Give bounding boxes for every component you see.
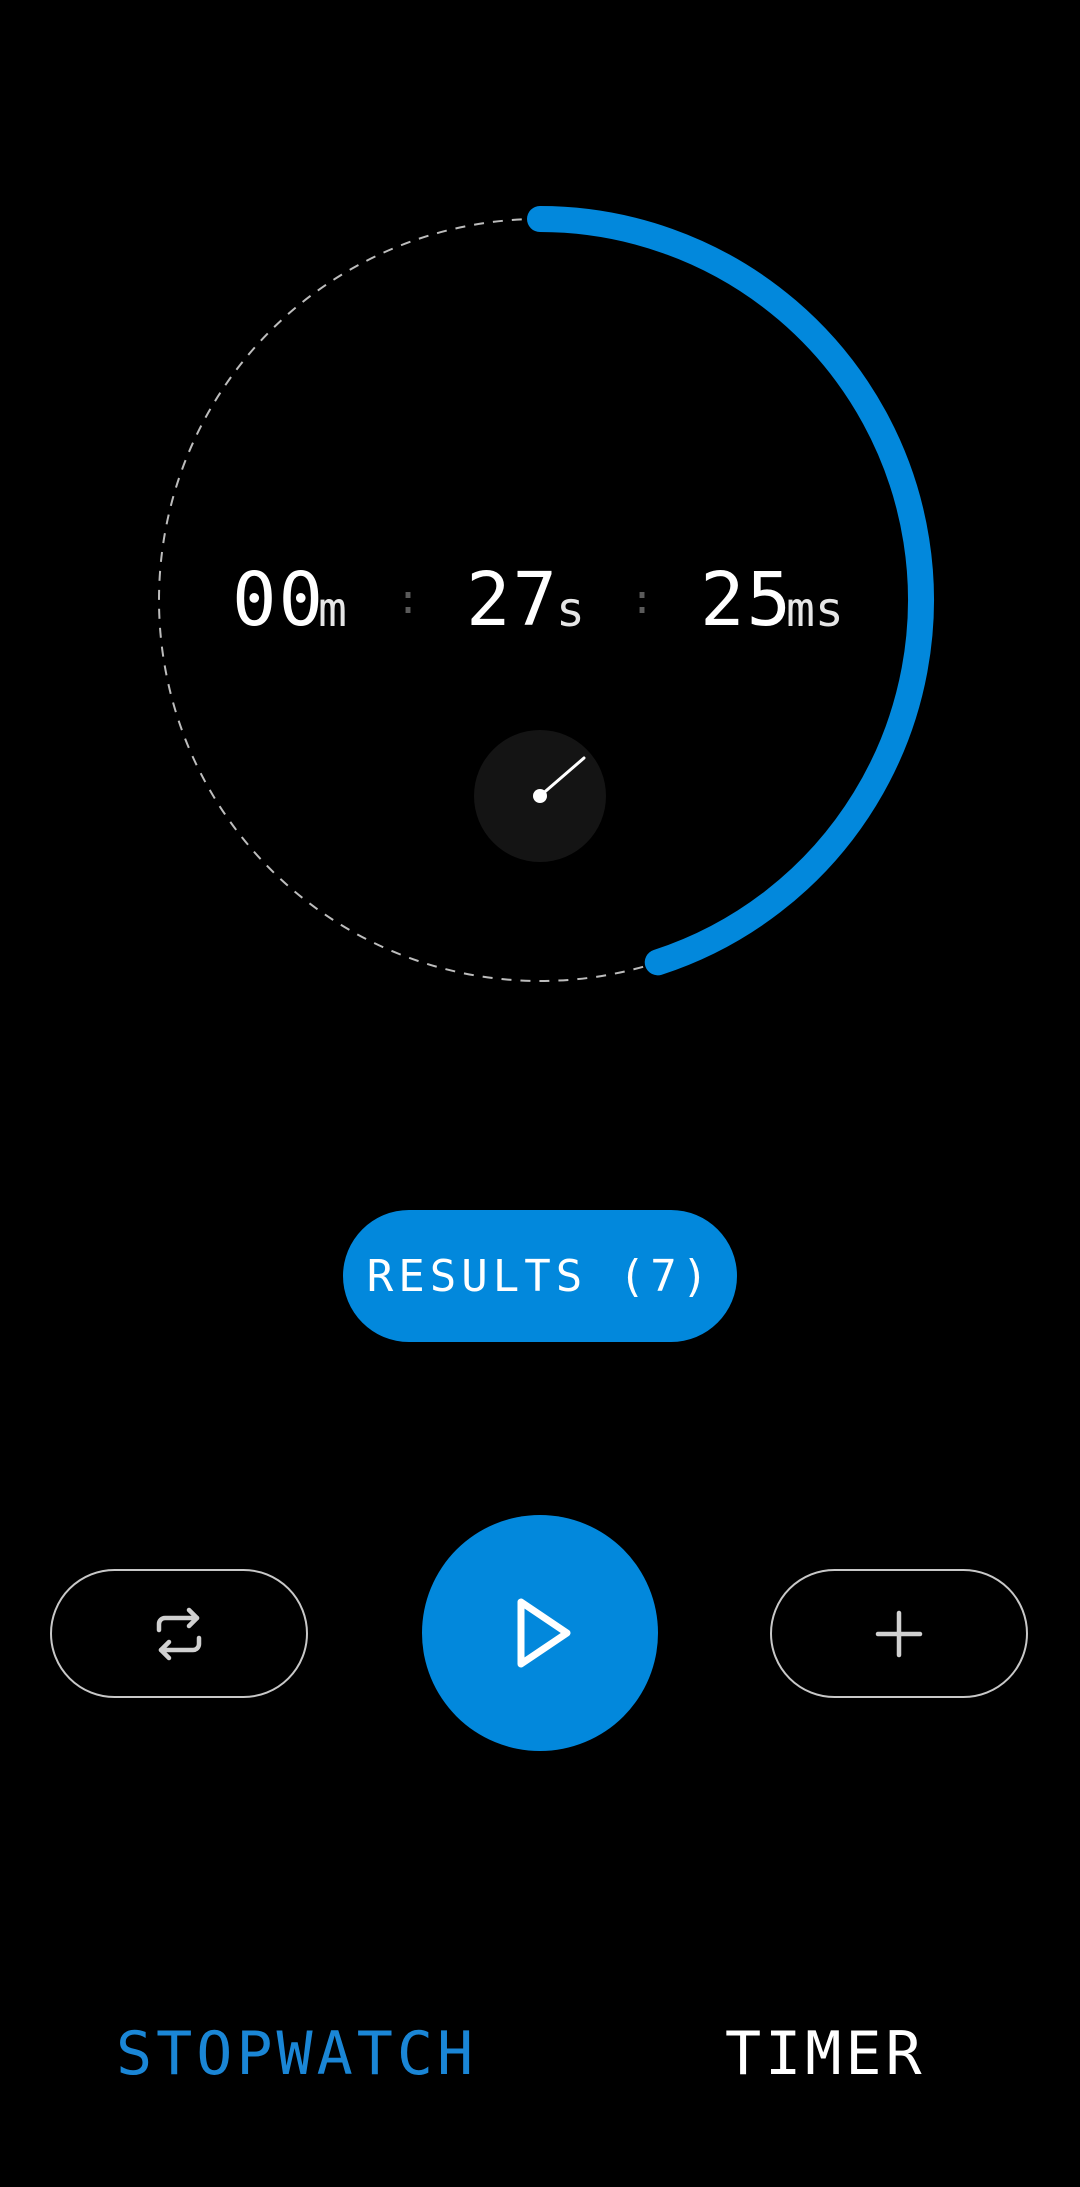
add-button[interactable] [770, 1569, 1028, 1698]
time-separator: : [396, 577, 421, 623]
seconds-unit: s [556, 582, 585, 638]
results-button-label: RESULTS (7) [366, 1250, 714, 1302]
repeat-icon [156, 1607, 202, 1660]
tab-timer[interactable]: TIMER [725, 2012, 926, 2096]
tab-stopwatch[interactable]: STOPWATCH [116, 2012, 477, 2096]
millis-value: 25 [700, 557, 794, 643]
lap-button[interactable] [50, 1569, 308, 1698]
elapsed-time-readout: 00 m : 27 s : 25 ms [0, 545, 1080, 655]
stopwatch-screen: 00 m : 27 s : 25 ms RESULTS (7) STOPWATC… [0, 0, 1080, 2187]
seconds-value: 27 [466, 557, 560, 643]
play-icon [517, 1598, 571, 1668]
results-button[interactable]: RESULTS (7) [343, 1210, 737, 1342]
play-button[interactable] [422, 1515, 658, 1751]
plus-icon [875, 1610, 923, 1657]
millis-unit: ms [786, 582, 844, 638]
mini-clock-icon [474, 730, 606, 862]
minutes-unit: m [318, 582, 347, 638]
minutes-value: 00 [232, 557, 326, 643]
time-separator: : [630, 577, 655, 623]
